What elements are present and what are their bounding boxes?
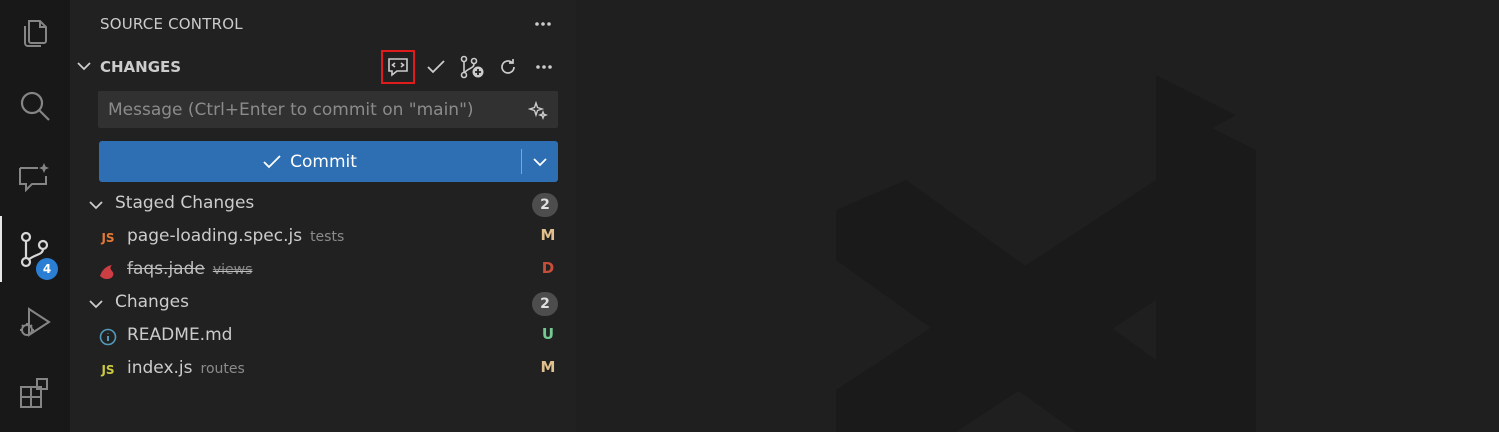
file-name: faqs.jade views — [127, 259, 253, 279]
sparkle-icon[interactable] — [528, 100, 548, 120]
file-name: index.js routes — [127, 358, 245, 378]
extensions-icon[interactable] — [0, 360, 70, 426]
count-badge: 2 — [532, 292, 558, 316]
branch-add-icon[interactable] — [455, 50, 489, 84]
commit-dropdown-button[interactable] — [522, 141, 558, 182]
chevron-down-icon — [533, 157, 547, 166]
group-label: Changes — [115, 292, 189, 312]
chevron-down-icon — [89, 300, 103, 309]
changes-group[interactable]: Changes 2 — [70, 288, 576, 320]
activity-bar: 4 — [0, 0, 70, 432]
file-row[interactable]: JS index.js routes M — [70, 354, 576, 386]
explorer-icon[interactable] — [0, 0, 70, 66]
file-name: page-loading.spec.js tests — [127, 226, 345, 246]
js-file-icon: JS — [101, 363, 115, 377]
changes-title: CHANGES — [100, 58, 182, 76]
file-row[interactable]: README.md U — [70, 321, 576, 353]
chevron-down-icon — [89, 201, 103, 210]
search-icon[interactable] — [0, 73, 70, 139]
file-name: README.md — [127, 325, 233, 345]
info-file-icon — [97, 327, 119, 347]
commit-button-group: Commit — [99, 141, 558, 182]
comment-icon[interactable] — [381, 50, 415, 84]
commit-message-input[interactable] — [98, 91, 528, 128]
check-icon[interactable] — [419, 50, 453, 84]
commit-message-box — [98, 91, 558, 128]
js-file-icon: JS — [101, 231, 115, 245]
more-actions-icon[interactable] — [531, 12, 555, 36]
file-row[interactable]: JS page-loading.spec.js tests M — [70, 222, 576, 254]
commit-label: Commit — [290, 151, 357, 172]
run-debug-icon[interactable] — [0, 290, 70, 356]
status-badge: U — [541, 325, 555, 343]
count-badge: 2 — [532, 193, 558, 217]
staged-changes-group[interactable]: Staged Changes 2 — [70, 189, 576, 221]
editor-area — [576, 0, 1499, 432]
source-control-badge: 4 — [36, 258, 58, 280]
group-label: Staged Changes — [115, 193, 255, 213]
check-icon — [263, 154, 281, 168]
status-badge: D — [541, 259, 555, 277]
vscode-logo-watermark — [836, 75, 1256, 432]
chevron-down-icon — [77, 62, 91, 71]
file-row[interactable]: faqs.jade views D — [70, 255, 576, 287]
refresh-icon[interactable] — [491, 50, 525, 84]
source-control-icon[interactable]: 4 — [0, 216, 70, 282]
status-badge: M — [540, 226, 556, 244]
active-indicator — [0, 216, 2, 282]
source-control-panel: SOURCE CONTROL CHANGES Message (Ctrl+Ent… — [70, 0, 576, 432]
status-badge: M — [540, 358, 556, 376]
chat-icon[interactable] — [0, 145, 70, 211]
jade-file-icon — [97, 261, 119, 281]
commit-button[interactable]: Commit — [99, 141, 520, 182]
panel-title: SOURCE CONTROL — [100, 15, 243, 33]
changes-section-header[interactable]: CHANGES — [70, 50, 576, 84]
more-icon[interactable] — [527, 50, 561, 84]
